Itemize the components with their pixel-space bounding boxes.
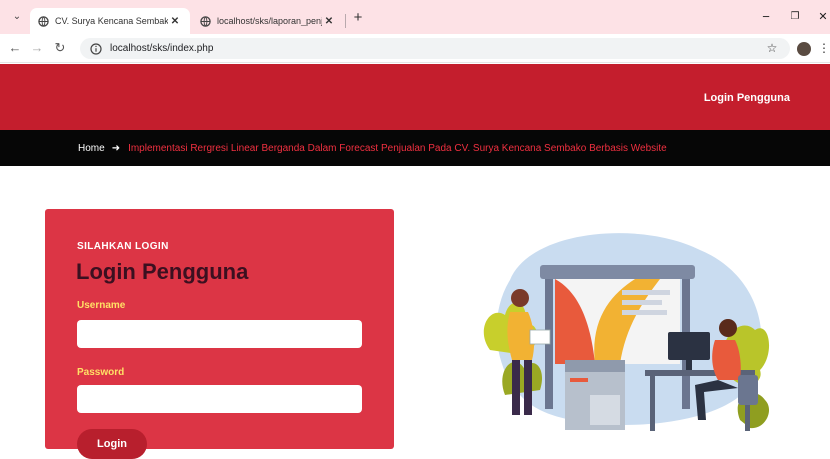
login-eyebrow: SILAHKAN LOGIN [77,241,169,252]
new-tab-button[interactable]: + [350,10,366,26]
username-input[interactable] [77,320,362,348]
reload-icon[interactable]: ↻ [52,40,68,56]
forward-arrow-icon[interactable]: → [29,40,45,56]
info-icon[interactable] [90,42,102,55]
chevron-down-icon[interactable]: ⌄ [10,10,24,24]
profile-avatar-icon[interactable] [797,42,811,56]
browser-tab-strip: ⌄ CV. Surya Kencana Sembako ✕ localhost/… [0,0,830,34]
login-submit-button[interactable]: Login [77,429,147,459]
browser-toolbar: ← → ↻ localhost/sks/index.php ☆ ⋮ [0,34,830,63]
back-arrow-icon[interactable]: ← [7,40,23,56]
login-nav-link[interactable]: Login Pengguna [704,92,790,104]
arrow-right-icon: ➜ [111,142,121,154]
office-printing-illustration [483,233,770,431]
url-text[interactable]: localhost/sks/index.php [110,43,213,54]
username-label: Username [77,300,126,311]
breadcrumb: Home ➜ Implementasi Rergresi Linear Berg… [0,130,830,166]
maximize-button[interactable]: ❐ [786,9,804,25]
password-label: Password [77,367,125,378]
breadcrumb-home-link[interactable]: Home [78,143,105,154]
login-card: SILAHKAN LOGIN Login Pengguna Username P… [45,209,394,459]
tab-laporan-penjualan[interactable]: localhost/sks/laporan_penjuala ✕ [192,8,344,34]
site-header: Login Pengguna [0,64,830,130]
close-tab-icon[interactable]: ✕ [168,16,182,27]
tab-divider [345,14,346,28]
close-tab-icon[interactable]: ✕ [322,16,336,27]
tab-surya-kencana[interactable]: CV. Surya Kencana Sembako ✕ [30,8,190,34]
tab-title: CV. Surya Kencana Sembako [55,16,168,26]
globe-icon [38,15,49,27]
address-bar[interactable]: localhost/sks/index.php [80,38,790,59]
close-window-button[interactable]: ✕ [814,9,830,25]
password-input[interactable] [77,385,362,413]
globe-icon [200,15,211,27]
kebab-menu-icon[interactable]: ⋮ [818,41,830,55]
star-icon[interactable]: ☆ [765,41,779,55]
breadcrumb-current-page: Implementasi Rergresi Linear Berganda Da… [128,142,667,154]
login-title: Login Pengguna [76,259,249,284]
minimize-button[interactable]: − [757,9,775,25]
tab-title: localhost/sks/laporan_penjuala [217,16,322,26]
